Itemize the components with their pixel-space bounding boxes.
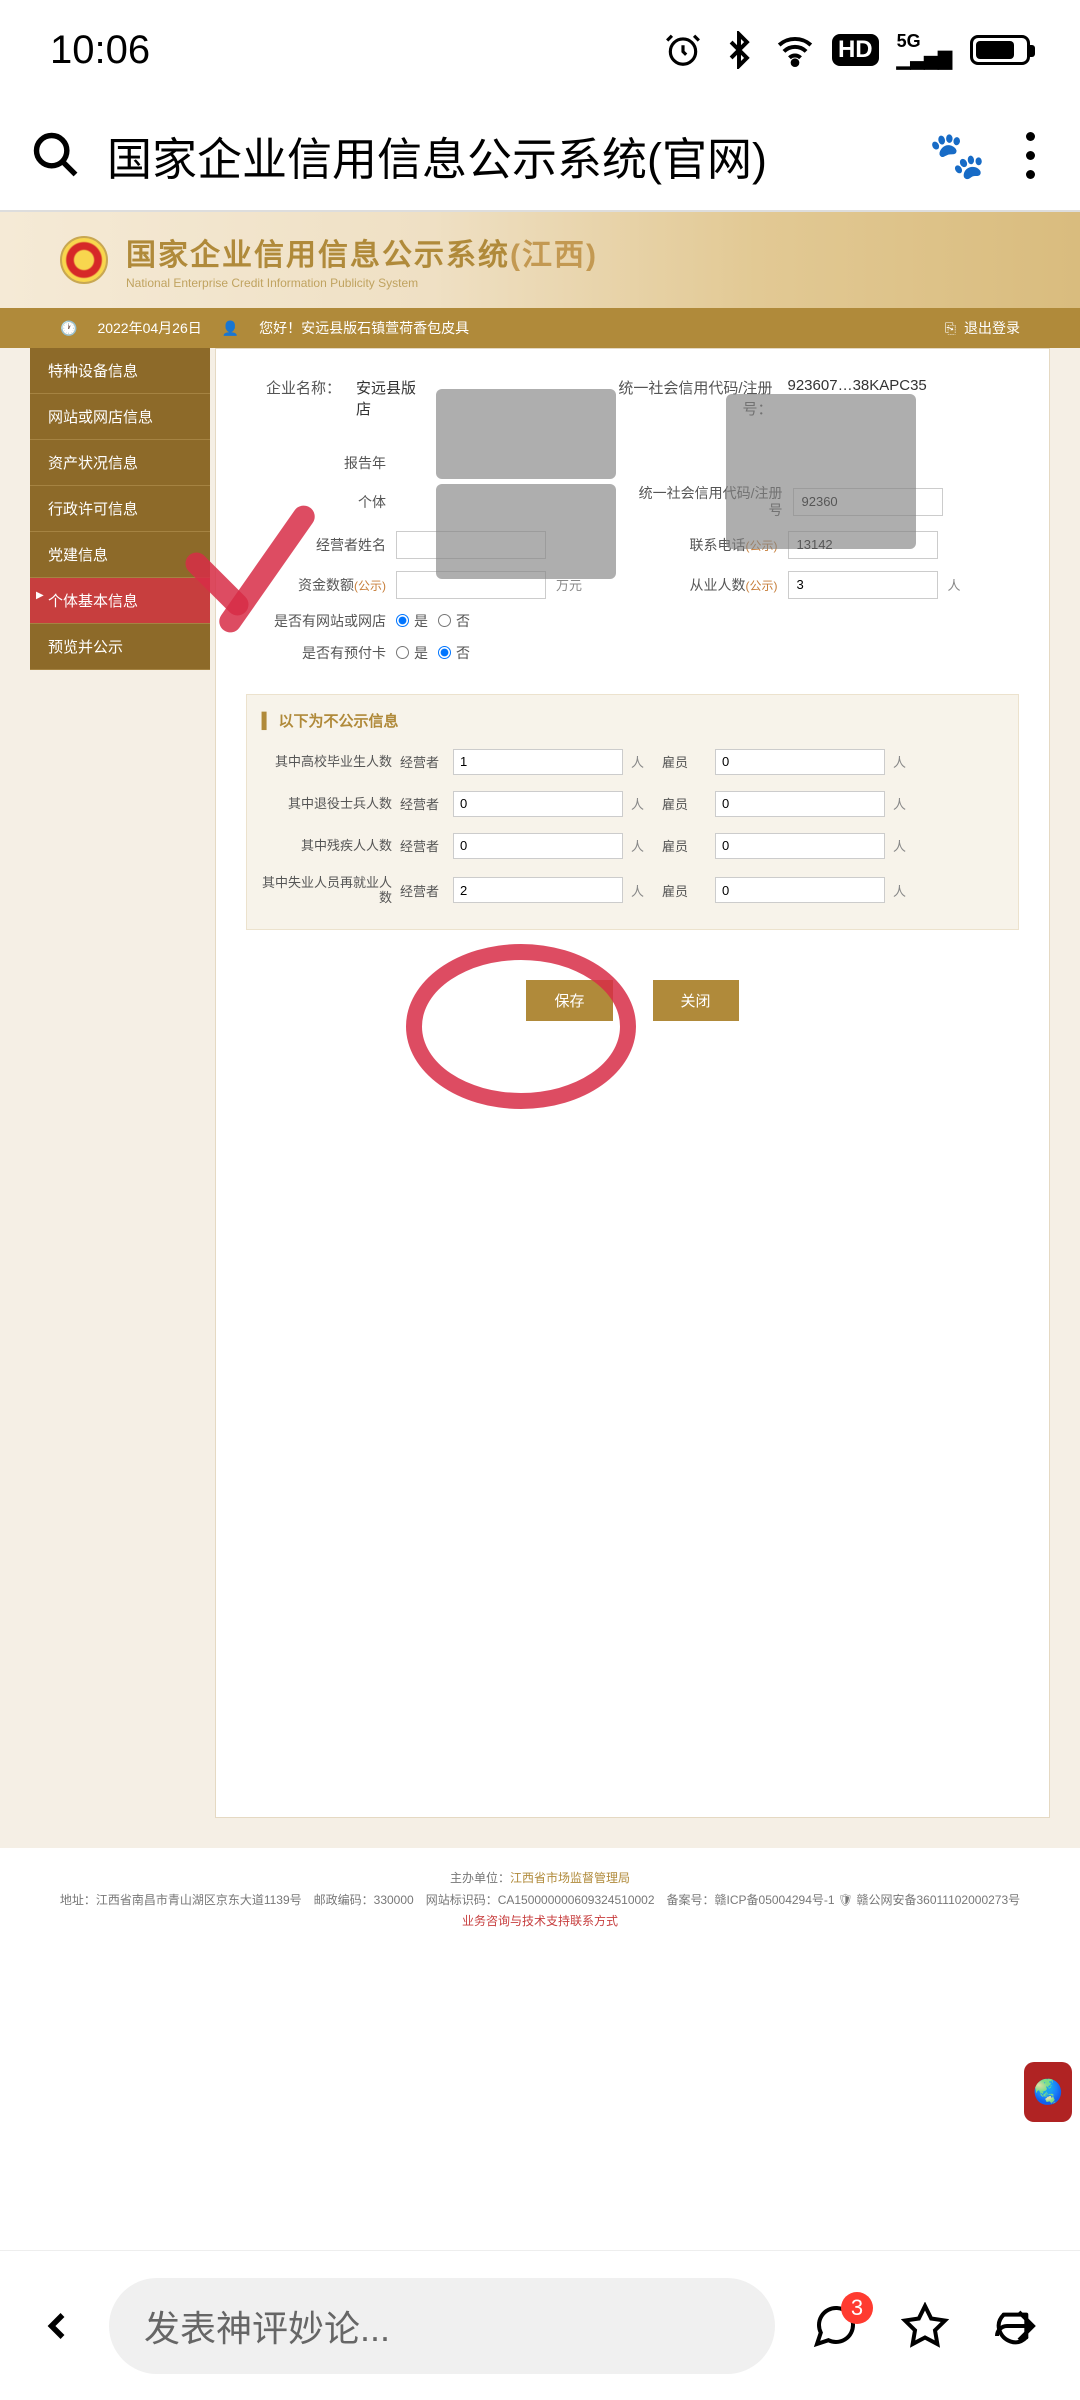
prepaid-no-radio[interactable]: 否 [438,643,470,663]
site-subtitle: National Enterprise Credit Information P… [126,276,598,290]
user-greeting: 您好！安远县版石镇萱荷香包皮具 [259,318,469,338]
comments-icon[interactable]: 3 [805,2302,865,2350]
more-menu-icon[interactable] [1011,132,1050,179]
info-bar: 🕐2022年04月26日 👤您好！安远县版石镇萱荷香包皮具 ⎘退出登录 [0,308,1080,348]
employee-count-input[interactable] [788,571,938,599]
back-icon[interactable] [35,2304,79,2348]
date-display: 2022年04月26日 [97,318,201,338]
page-title[interactable]: 国家企业信用信息公示系统(官网) [107,123,904,188]
national-emblem-icon [60,236,108,284]
status-time: 10:06 [50,28,150,73]
sidebar-item-6[interactable]: 预览并公示 [30,624,210,670]
baidu-paw-icon[interactable]: 🐾 [929,128,986,183]
operator-input-0[interactable] [453,749,623,775]
sidebar-item-2[interactable]: 资产状况信息 [30,440,210,486]
hd-badge: HD [832,34,879,66]
bottom-nav: 发表神评妙论... 3 [0,2250,1080,2400]
status-bar: 10:06 HD 5G▁▃▅▇ [0,0,1080,100]
sidebar-item-3[interactable]: 行政许可信息 [30,486,210,532]
sidebar: 特种设备信息网站或网店信息资产状况信息行政许可信息党建信息个体基本信息预览并公示 [30,348,210,1818]
close-button[interactable]: 关闭 [653,980,739,1021]
personnel-row-2: 其中残疾人人数经营者人雇员人 [262,825,1003,867]
gov-float-icon[interactable]: 🌏 [1024,2062,1072,2122]
nonpublic-heading: 以下为不公示信息 [262,710,1003,741]
save-button[interactable]: 保存 [526,980,612,1021]
sidebar-item-4[interactable]: 党建信息 [30,532,210,578]
hire-input-3[interactable] [715,877,885,903]
hire-input-0[interactable] [715,749,885,775]
personnel-row-1: 其中退役士兵人数经营者人雇员人 [262,783,1003,825]
site-header: 国家企业信用信息公示系统(江西) National Enterprise Cre… [0,212,1080,308]
operator-input-1[interactable] [453,791,623,817]
wifi-icon [776,31,814,69]
hire-input-2[interactable] [715,833,885,859]
comment-input[interactable]: 发表神评妙论... [109,2278,775,2374]
sidebar-item-1[interactable]: 网站或网店信息 [30,394,210,440]
personnel-row-0: 其中高校毕业生人数经营者人雇员人 [262,741,1003,783]
share-icon[interactable] [985,2302,1045,2350]
page-content: 国家企业信用信息公示系统(江西) National Enterprise Cre… [0,210,1080,1953]
website-no-radio[interactable]: 否 [438,611,470,631]
bluetooth-icon [720,31,758,69]
battery-icon [970,35,1030,65]
company-name-label: 企业名称： [246,377,341,419]
signal-5g: 5G▁▃▅▇ [897,32,952,68]
form-panel: 企业名称： 安远县版店 统一社会信用代码/注册号： 923607…38KAPC3… [215,348,1050,1818]
website-yes-radio[interactable]: 是 [396,611,428,631]
personnel-row-3: 其中失业人员再就业人数经营者人雇员人 [262,867,1003,914]
browser-bar: 国家企业信用信息公示系统(官网) 🐾 [0,100,1080,210]
hire-input-1[interactable] [715,791,885,817]
logout-button[interactable]: ⎘退出登录 [945,318,1020,338]
search-icon[interactable] [30,129,82,181]
alarm-icon [664,31,702,69]
comment-badge: 3 [841,2292,873,2324]
favorite-icon[interactable] [895,2302,955,2350]
sidebar-item-5[interactable]: 个体基本信息 [30,578,210,624]
prepaid-yes-radio[interactable]: 是 [396,643,428,663]
sidebar-item-0[interactable]: 特种设备信息 [30,348,210,394]
footer: 主办单位：江西省市场监督管理局 地址：江西省南昌市青山湖区京东大道1139号 邮… [0,1848,1080,1953]
site-title: 国家企业信用信息公示系统(江西) [126,230,598,274]
nonpublic-section: 以下为不公示信息 其中高校毕业生人数经营者人雇员人其中退役士兵人数经营者人雇员人… [246,694,1019,930]
operator-input-2[interactable] [453,833,623,859]
operator-input-3[interactable] [453,877,623,903]
status-icons: HD 5G▁▃▅▇ [664,31,1030,69]
